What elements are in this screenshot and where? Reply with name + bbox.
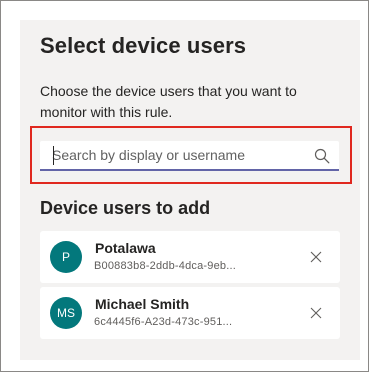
user-name: Michael Smith — [95, 296, 190, 312]
user-id: 6c4445f6-A23d-473c-951... — [94, 316, 233, 328]
user-card: P Potalawa B00883b8-2ddb-4dca-9eb... — [40, 231, 340, 283]
avatar: P — [50, 241, 82, 273]
section-title: Device users to add — [40, 198, 211, 218]
user-card: MS Michael Smith 6c4445f6-A23d-473c-951.… — [40, 287, 340, 339]
panel-title: Select device users — [40, 33, 247, 58]
search-highlight-box — [30, 126, 352, 184]
user-id: B00883b8-2ddb-4dca-9eb... — [94, 260, 236, 272]
avatar: MS — [50, 297, 82, 329]
close-icon[interactable] — [308, 305, 324, 321]
close-icon[interactable] — [308, 249, 324, 265]
user-name: Potalawa — [95, 240, 156, 256]
panel-description: Choose the device users that you want to… — [40, 83, 297, 120]
